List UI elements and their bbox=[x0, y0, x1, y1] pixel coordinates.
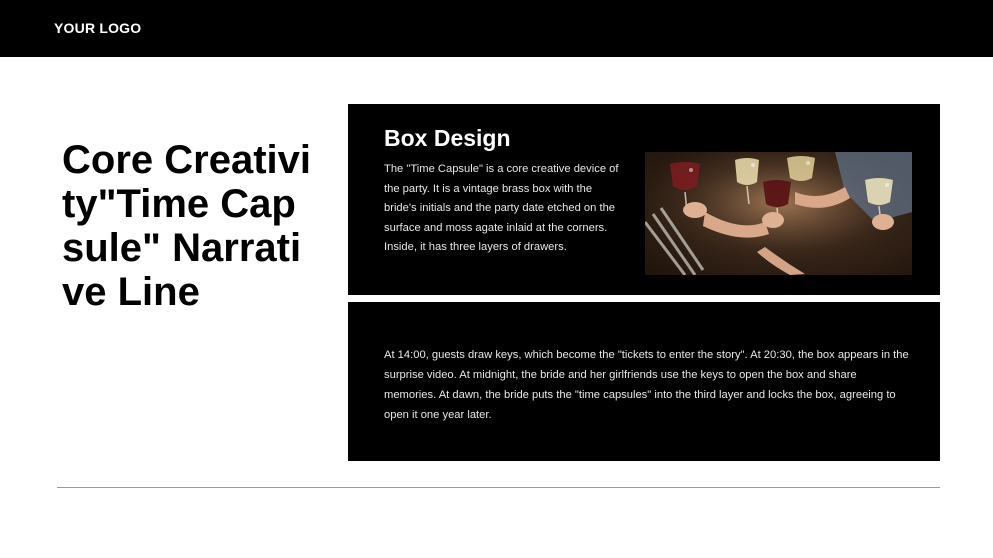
bottom-divider bbox=[57, 487, 940, 488]
toast-photo bbox=[645, 152, 912, 275]
box-design-panel: Box Design The "Time Capsule" is a core … bbox=[348, 104, 940, 295]
header-bar: YOUR LOGO bbox=[0, 0, 993, 57]
box-design-description: The "Time Capsule" is a core creative de… bbox=[384, 163, 619, 253]
narrative-text: At 14:00, guests draw keys, which become… bbox=[384, 349, 909, 421]
narrative-panel: At 14:00, guests draw keys, which become… bbox=[348, 302, 940, 461]
page-title: Core Creativity"Time Capsule" Narrative … bbox=[62, 138, 311, 314]
logo[interactable]: YOUR LOGO bbox=[54, 20, 141, 36]
box-design-heading: Box Design bbox=[384, 125, 511, 151]
